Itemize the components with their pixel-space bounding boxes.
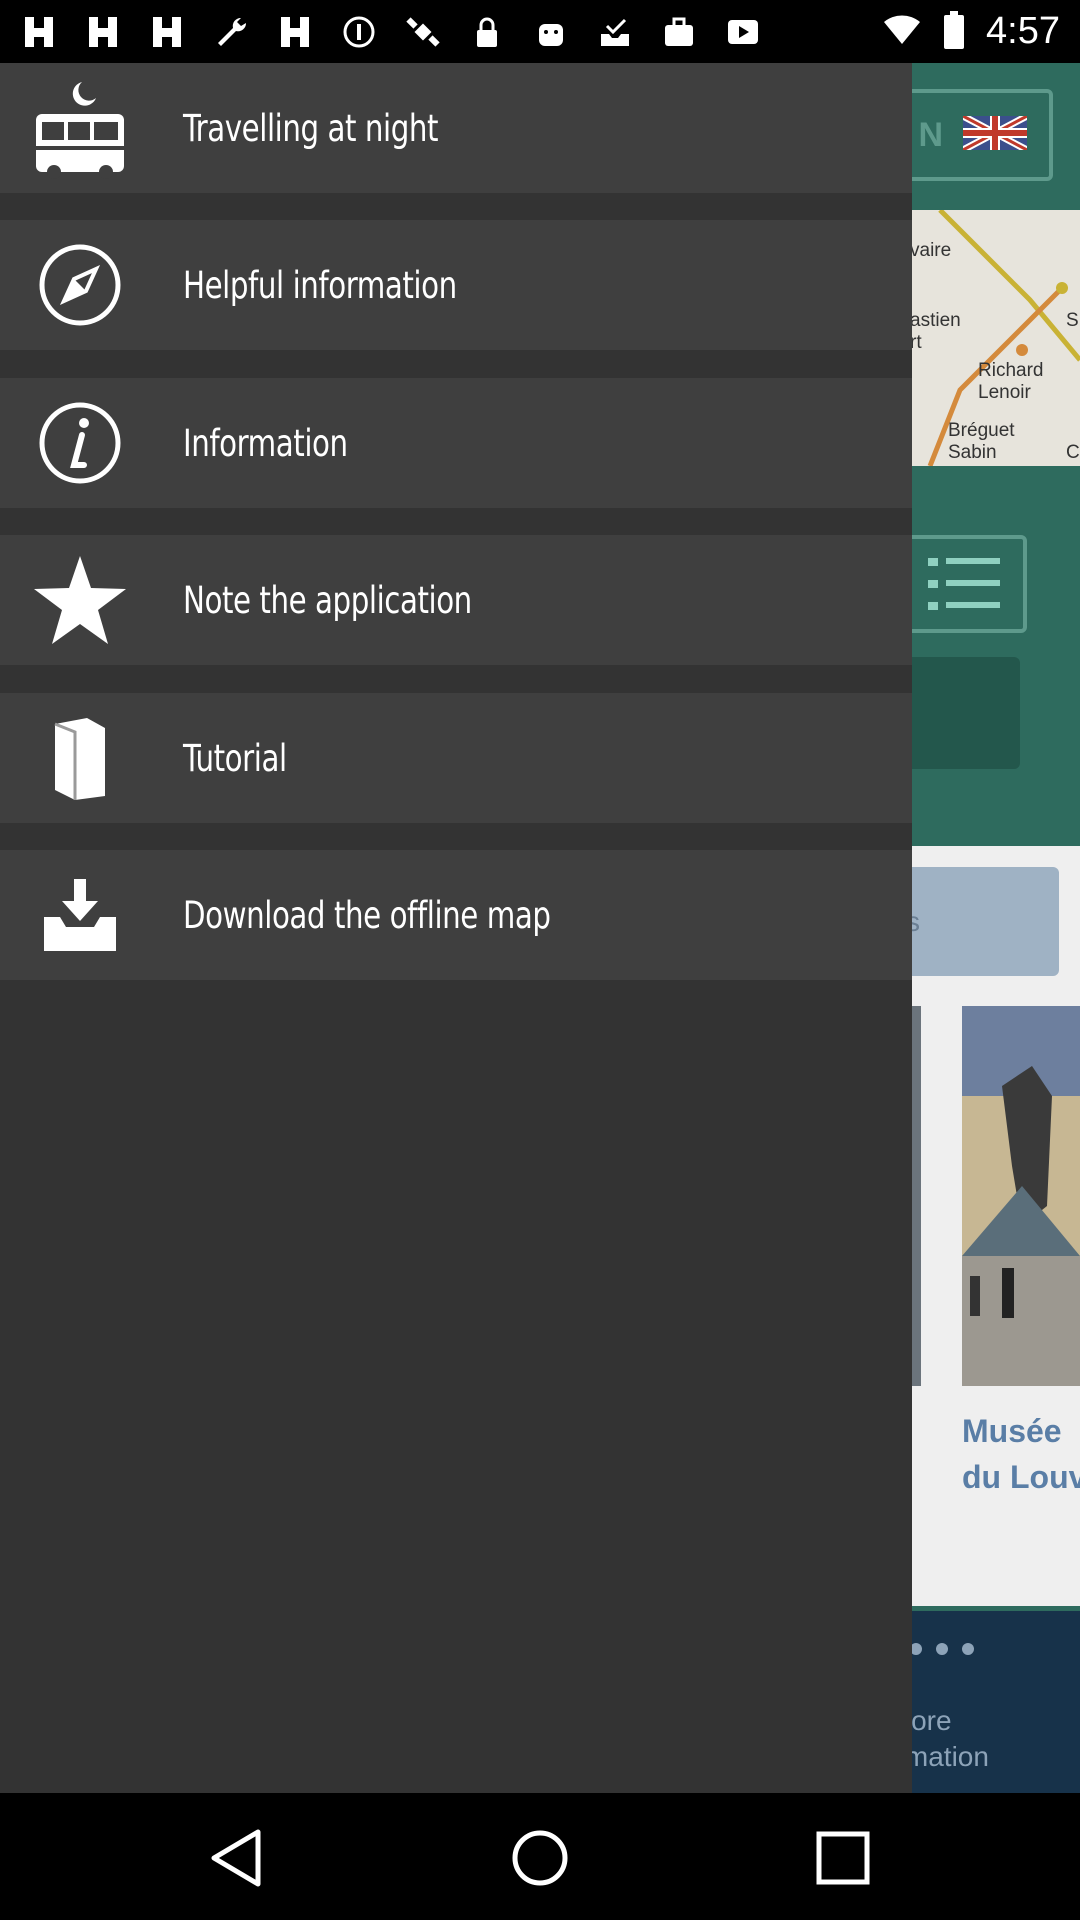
briefcase-icon — [660, 13, 698, 51]
filter-button[interactable]: s — [900, 867, 1059, 976]
menu-item-travelling-at-night[interactable]: Travelling at night — [0, 63, 912, 193]
system-navigation-bar — [0, 1793, 1080, 1920]
navigation-drawer: Travelling at night Helpful information … — [0, 63, 912, 1793]
home-icon[interactable] — [495, 1813, 585, 1903]
android-icon — [532, 13, 570, 51]
compass-icon — [28, 233, 132, 337]
menu-item-helpful-information[interactable]: Helpful information — [0, 220, 912, 350]
map-label: astien rt — [910, 310, 961, 353]
book-icon — [28, 706, 132, 810]
more-dots-icon[interactable] — [910, 1643, 974, 1655]
map-label: S — [1066, 310, 1079, 331]
museum-photo[interactable] — [962, 1006, 1080, 1386]
grid-icon — [20, 13, 58, 51]
map-label: Bréguet Sabin — [948, 420, 1015, 463]
info-circle-icon — [340, 13, 378, 51]
map-label: C — [1066, 442, 1080, 463]
night-bus-icon — [28, 76, 132, 180]
museum-title[interactable]: Musée du Louv — [962, 1408, 1080, 1500]
menu-item-tutorial[interactable]: Tutorial — [0, 693, 912, 823]
metro-map[interactable]: vaire astien rt Richard Lenoir Bréguet S… — [900, 210, 1080, 466]
grid-icon — [276, 13, 314, 51]
recents-icon[interactable] — [798, 1813, 888, 1903]
play-icon — [724, 13, 762, 51]
star-icon — [28, 548, 132, 652]
menu-item-label: Travelling at night — [183, 106, 439, 150]
download-icon — [28, 863, 132, 967]
wifi-icon — [882, 12, 922, 52]
menu-item-label: Download the offline map — [183, 893, 551, 937]
menu-item-note-the-application[interactable]: Note the application — [0, 535, 912, 665]
menu-item-download-offline-map[interactable]: Download the offline map — [0, 850, 912, 980]
satellite-icon — [404, 13, 442, 51]
language-code: N — [918, 115, 943, 154]
status-bar: 4:57 — [0, 0, 1080, 63]
uk-flag-icon — [961, 112, 1029, 154]
action-button[interactable] — [900, 657, 1020, 769]
menu-item-label: Information — [183, 421, 348, 465]
inbox-check-icon — [596, 13, 634, 51]
lock-icon — [468, 13, 506, 51]
menu-item-label: Note the application — [183, 578, 472, 622]
grid-icon — [84, 13, 122, 51]
map-label: vaire — [910, 240, 952, 261]
clock: 4:57 — [986, 10, 1060, 52]
grid-icon — [148, 13, 186, 51]
menu-item-information[interactable]: Information — [0, 378, 912, 508]
list-view-button[interactable] — [900, 535, 1027, 633]
menu-item-label: Helpful information — [183, 263, 457, 307]
back-icon[interactable] — [191, 1813, 281, 1903]
menu-item-label: Tutorial — [183, 736, 287, 780]
battery-icon — [942, 10, 966, 54]
list-icon — [927, 558, 1000, 610]
wrench-icon — [212, 13, 250, 51]
notification-icons — [20, 13, 762, 51]
info-icon — [28, 391, 132, 495]
map-label: Richard Lenoir — [978, 360, 1044, 403]
